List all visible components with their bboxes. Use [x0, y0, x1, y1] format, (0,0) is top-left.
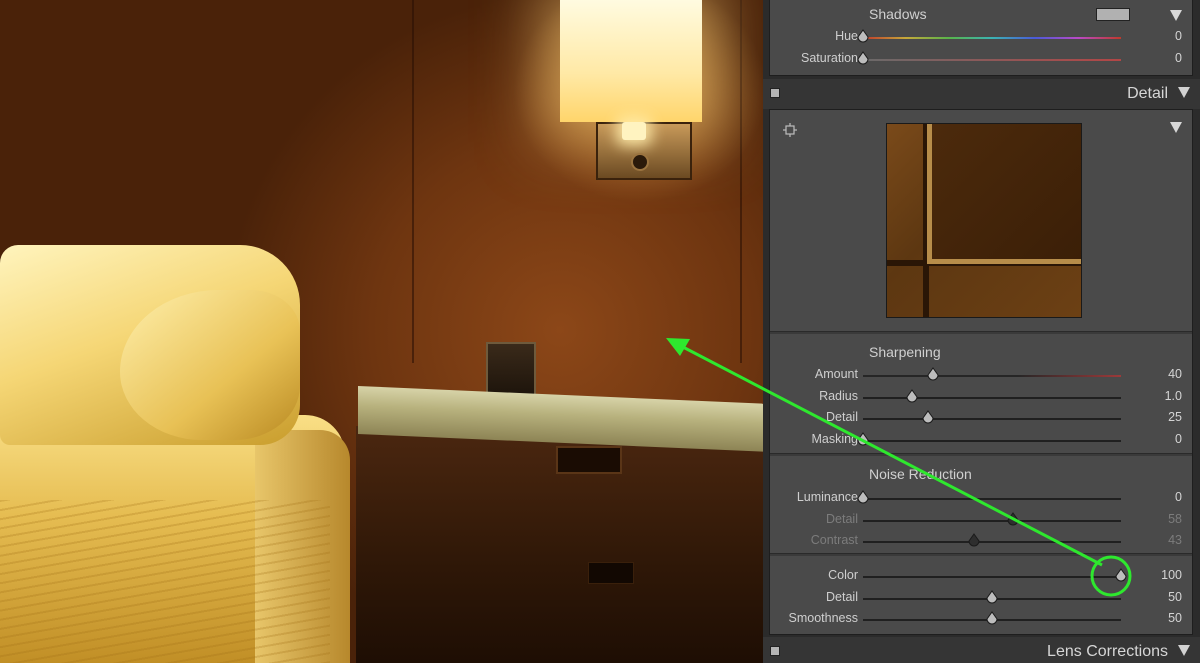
slider-value[interactable]: 0 [1175, 432, 1182, 446]
photo-canvas[interactable] [0, 0, 763, 663]
slider-row-masking: Masking 0 [770, 430, 1194, 450]
slider-track[interactable] [863, 541, 1121, 543]
detail-zoom-preview[interactable] [886, 123, 1082, 318]
nightstand-drawer [556, 446, 622, 474]
slider-thumb[interactable] [985, 611, 999, 625]
slider-label: Amount [814, 367, 858, 381]
lamp-knob [631, 153, 649, 171]
panel-switch-icon[interactable] [770, 88, 780, 98]
shadows-title: Shadows [869, 6, 927, 22]
slider-label: Saturation [801, 51, 858, 65]
slider-value[interactable]: 0 [1175, 490, 1182, 504]
triangle-down-icon[interactable] [1178, 645, 1190, 656]
slider-thumb[interactable] [985, 589, 999, 604]
slider-value[interactable]: 58 [1168, 512, 1182, 526]
divider [770, 331, 1192, 334]
slider-row-amount: Amount 40 [770, 365, 1194, 385]
preview-picture-frame [927, 124, 1081, 264]
lamp-shade [560, 0, 702, 122]
slider-row-detail: Detail 50 [770, 588, 1194, 608]
slider-value[interactable]: 25 [1168, 410, 1182, 424]
hsl-shadows-box: Shadows Hue 0 Saturation 0 [769, 0, 1193, 76]
slider-track[interactable] [863, 519, 1121, 522]
noise-reduction-title: Noise Reduction [869, 466, 972, 482]
bedside-clock [486, 342, 536, 398]
triangle-down-icon[interactable] [1178, 87, 1190, 98]
slider-row-smoothness: Smoothness 50 [770, 609, 1194, 629]
slider-label: Detail [826, 410, 858, 424]
wall-seam [740, 0, 742, 363]
slider-value[interactable]: 50 [1168, 611, 1182, 625]
slider-label: Luminance [796, 490, 858, 504]
slider-label: Masking [811, 431, 858, 446]
slider-row-saturation: Saturation 0 [770, 49, 1194, 69]
slider-label: Detail [826, 511, 858, 526]
detail-header-title: Detail [1127, 85, 1168, 102]
detail-panel-header[interactable]: Detail [763, 79, 1200, 109]
slider-row-luminance: Luminance 0 [770, 488, 1194, 508]
sharpening-title: Sharpening [869, 344, 941, 360]
slider-value[interactable]: 43 [1168, 533, 1182, 547]
slider-row-detail: Detail 25 [770, 408, 1194, 428]
slider-thumb[interactable] [856, 29, 870, 43]
slider-thumb[interactable] [921, 410, 935, 424]
slider-label: Hue [835, 29, 858, 43]
slider-track[interactable] [863, 375, 1121, 377]
slider-label: Color [828, 568, 858, 582]
slider-row-radius: Radius 1.0 [770, 387, 1194, 407]
slider-track[interactable] [863, 396, 1121, 399]
slider-row-contrast: Contrast 43 [770, 531, 1194, 551]
slider-track[interactable] [863, 439, 1121, 442]
triangle-down-icon[interactable] [1170, 122, 1182, 133]
slider-value[interactable]: 100 [1161, 568, 1182, 582]
develop-panel: Shadows Hue 0 Saturation 0 Detail Sharpenin… [763, 0, 1200, 663]
slider-value[interactable]: 0 [1175, 51, 1182, 65]
slider-thumb[interactable] [967, 533, 981, 547]
slider-track[interactable] [863, 59, 1121, 61]
lamp-bulb [622, 122, 646, 140]
lens-corrections-panel-header[interactable]: Lens Corrections [763, 637, 1200, 663]
slider-thumb[interactable] [856, 490, 870, 504]
slider-track[interactable] [863, 498, 1121, 500]
divider [770, 553, 1192, 556]
slider-row-hue: Hue 0 [770, 27, 1194, 47]
slider-thumb[interactable] [1114, 568, 1128, 582]
crosshair-target-icon[interactable] [783, 123, 797, 137]
bed-stripes [0, 500, 330, 663]
slider-track[interactable] [863, 37, 1121, 39]
slider-label: Detail [826, 589, 858, 604]
lens-corrections-header-title: Lens Corrections [1047, 643, 1168, 660]
slider-track[interactable] [863, 576, 1121, 578]
wall-seam [412, 0, 414, 363]
shadows-color-swatch[interactable] [1096, 8, 1130, 21]
slider-label: Smoothness [788, 611, 858, 625]
slider-label: Contrast [810, 533, 858, 547]
slider-label: Radius [819, 388, 858, 403]
slider-thumb[interactable] [926, 367, 940, 381]
slider-value[interactable]: 50 [1168, 590, 1182, 604]
slider-value[interactable]: 0 [1175, 29, 1182, 43]
slider-thumb[interactable] [856, 51, 870, 65]
slider-row-color: Color 100 [770, 566, 1194, 586]
slider-row-detail: Detail 58 [770, 510, 1194, 530]
divider [770, 453, 1192, 456]
slider-value[interactable]: 40 [1168, 367, 1182, 381]
slider-value[interactable]: 1.0 [1165, 389, 1182, 403]
panel-switch-icon[interactable] [770, 646, 780, 656]
detail-panel-body: Sharpening Amount 40 Radius 1.0 Detail 25 Mask… [769, 109, 1193, 635]
slider-thumb[interactable] [856, 431, 870, 446]
slider-thumb[interactable] [905, 388, 919, 403]
triangle-down-icon[interactable] [1170, 10, 1182, 21]
slider-track[interactable] [863, 418, 1121, 420]
slider-thumb[interactable] [1006, 511, 1020, 526]
nightstand-outlet [588, 562, 634, 584]
